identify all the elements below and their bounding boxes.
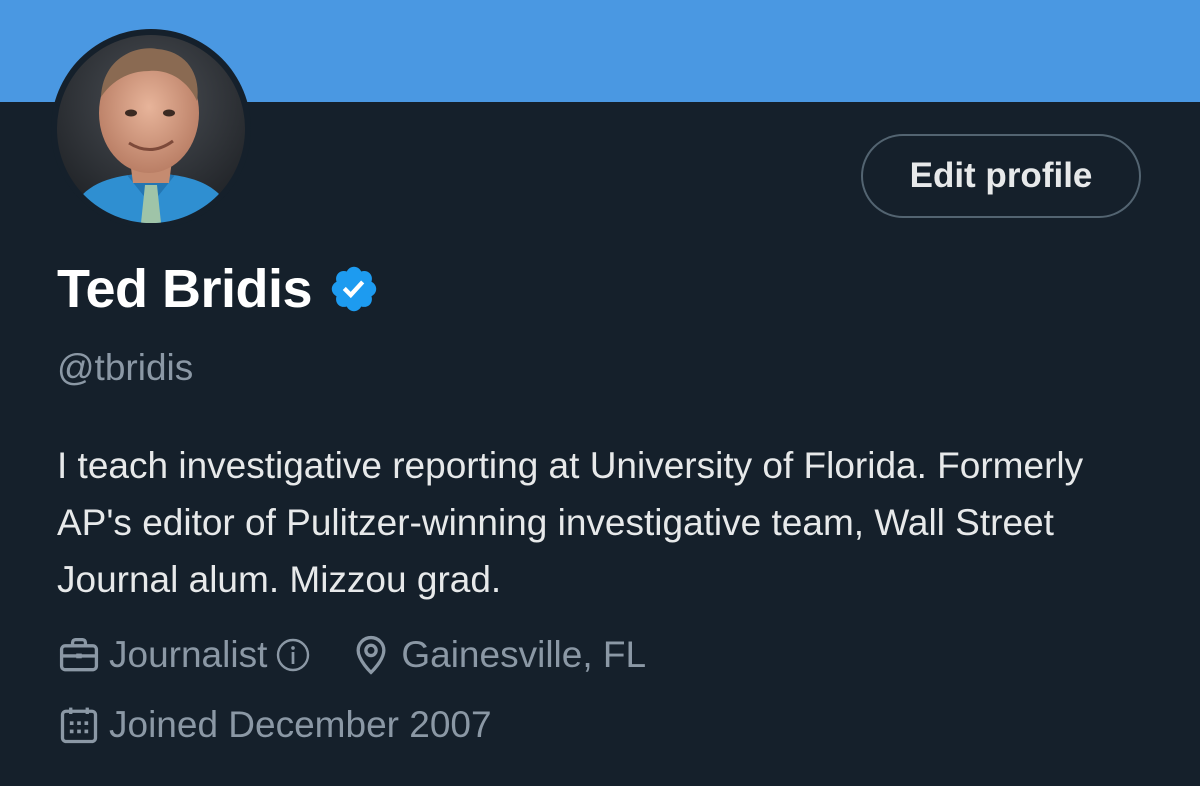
location-item: Gainesville, FL (349, 633, 646, 677)
bio: I teach investigative reporting at Unive… (57, 445, 1084, 600)
joined-item: Joined December 2007 (57, 703, 492, 747)
profile-meta-row: Journalist Gainesville, FL (57, 633, 646, 677)
category-label: Journalist (109, 634, 268, 675)
avatar-photo (57, 35, 245, 223)
profile-page: Edit profile Ted Bridis @tbridis I teach… (0, 0, 1200, 786)
joined-row: Joined December 2007 (57, 703, 492, 747)
avatar[interactable] (51, 29, 251, 229)
joined-label: Joined December 2007 (109, 704, 492, 745)
edit-profile-button[interactable]: Edit profile (861, 134, 1141, 218)
location-pin-icon (356, 635, 386, 675)
location-label: Gainesville, FL (401, 634, 647, 675)
handle: @tbridis (57, 347, 194, 388)
name-row: Ted Bridis (57, 258, 380, 320)
category-item: Journalist (57, 633, 311, 677)
briefcase-icon (59, 637, 99, 672)
verified-badge-icon[interactable] (328, 263, 380, 315)
display-name: Ted Bridis (57, 259, 313, 319)
calendar-icon (60, 707, 98, 744)
info-icon[interactable] (275, 637, 311, 673)
